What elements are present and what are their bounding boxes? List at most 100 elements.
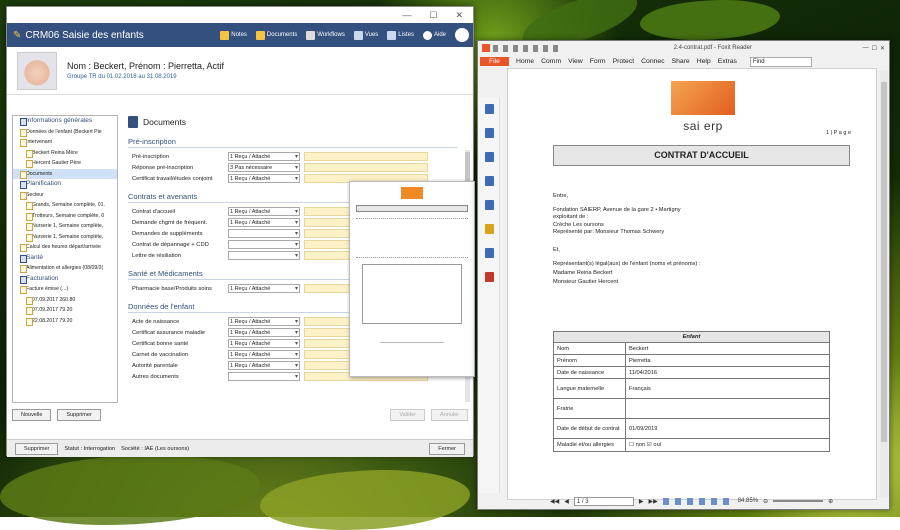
status-select[interactable]: 1 Reçu / Attaché [228, 218, 300, 227]
menu-help[interactable]: Help [697, 58, 711, 65]
security-icon[interactable] [485, 224, 494, 234]
foxit-window: 2.4-contrat.pdf - Foxit Reader — ☐ ✕ Fil… [477, 40, 890, 510]
sidebar-item[interactable]: Nurserie 1, Semaine complète, [13, 232, 117, 243]
prev-page-icon[interactable]: ◀ [564, 498, 569, 505]
status-select[interactable] [228, 229, 300, 238]
sidebar-item[interactable]: Nurserie 1, Semaine complète, [13, 221, 117, 232]
next-page-icon[interactable]: ▶ [639, 498, 644, 505]
zoom-out-icon[interactable]: ⊖ [763, 498, 768, 505]
zoom-slider[interactable] [773, 500, 824, 502]
status-select[interactable]: 1 Reçu / Attaché [228, 174, 300, 183]
pdf-minimize-icon[interactable]: — [863, 45, 869, 51]
menu-comm[interactable]: Comm [541, 58, 561, 65]
validate-button[interactable]: Valider [390, 409, 426, 421]
sidebar-item[interactable]: Intervenant [13, 137, 117, 148]
bookmark-icon[interactable] [485, 104, 494, 114]
delete-button[interactable]: Supprimer [57, 409, 101, 421]
sidebar-item[interactable]: Santé [13, 253, 117, 264]
pdf-statusbar: ◀◀ ◀ 1 / 3 ▶ ▶▶ 84.85% ⊖ ⊕ [500, 493, 889, 509]
contract-line: exploitant de : [553, 214, 589, 220]
notes-button[interactable]: Notes [220, 30, 247, 40]
sidebar-item[interactable]: Informations générales [13, 116, 117, 127]
aide-button[interactable]: Aide [422, 30, 446, 40]
pdf-maximize-icon[interactable]: ☐ [872, 45, 877, 52]
vues-button[interactable]: Vues [353, 30, 379, 40]
sidebar-item[interactable]: Facture émise (...) [13, 284, 117, 295]
menu-view[interactable]: View [568, 58, 583, 65]
menu-share[interactable]: Share [672, 58, 690, 65]
view-mode-icons[interactable] [662, 497, 733, 505]
sidebar-item[interactable]: Facturation [13, 274, 117, 285]
sidebar-item[interactable]: Secteur [13, 190, 117, 201]
logo-text: sai erp [683, 119, 723, 133]
sidebar-item[interactable]: 22.08.2017 79.20 [13, 316, 117, 327]
sidebar-item[interactable]: Beckert Reina Mère [13, 148, 117, 159]
menu-extras[interactable]: Extras [718, 58, 737, 65]
status-select[interactable]: 1 Reçu / Attaché [228, 152, 300, 161]
sidebar-item[interactable]: Hercent Gautier Père [13, 158, 117, 169]
table-key: Date de naissance [553, 366, 626, 379]
last-page-icon[interactable]: ▶▶ [648, 498, 657, 505]
contract-line: Monsieur Gautier Hercent [553, 279, 619, 285]
status-select[interactable]: 1 Reçu / Attaché [228, 361, 300, 370]
status-select[interactable] [228, 372, 300, 381]
documents-label: Documents [266, 32, 298, 38]
status-select[interactable]: 1 Reçu / Attaché [228, 317, 300, 326]
status-select[interactable]: 1 Reçu / Attaché [228, 350, 300, 359]
documents-button[interactable]: Documents [255, 30, 298, 40]
menu-form[interactable]: Form [590, 58, 606, 65]
listes-button[interactable]: Listes [387, 30, 414, 40]
status-select[interactable]: 1 Reçu / Attaché [228, 284, 300, 293]
menu-connec[interactable]: Connec [641, 58, 664, 65]
cancel-button[interactable]: Annuler [431, 409, 468, 421]
table-row: Prénom Pierretta [553, 354, 830, 367]
comments-icon[interactable] [485, 176, 494, 186]
status-delete-button[interactable]: Supprimer [15, 442, 59, 455]
document-preview-thumbnail[interactable] [349, 181, 475, 377]
new-button[interactable]: Nouvelle [12, 409, 52, 421]
minimize-icon[interactable]: — [402, 10, 411, 20]
sidebar-item[interactable]: Grands, Semaine complète, 01. [13, 200, 117, 211]
maximize-icon[interactable]: ☐ [429, 10, 437, 21]
sidebar-item[interactable]: Documents [13, 168, 117, 179]
attachments-icon[interactable] [485, 200, 494, 210]
properties-icon[interactable] [485, 272, 494, 282]
status-select[interactable] [228, 251, 300, 260]
layers-icon[interactable] [485, 152, 494, 162]
first-page-icon[interactable]: ◀◀ [550, 498, 559, 505]
workflows-button[interactable]: Workflows [306, 30, 345, 40]
attachment-field[interactable] [304, 152, 428, 161]
sidebar-item[interactable]: Données de l'enfant (Beckert Pie [13, 127, 117, 138]
close-icon[interactable]: ✕ [455, 10, 463, 21]
document-label: Certificat travail/études conjoint [132, 175, 213, 182]
sidebar-item[interactable]: Trotteurs, Semaine complète, 0 [13, 211, 117, 222]
table-key: Fratrie [553, 398, 626, 419]
pdf-scrollbar[interactable] [880, 70, 888, 498]
status-select[interactable] [228, 240, 300, 249]
vues-label: Vues [364, 32, 379, 38]
status-select[interactable]: 1 Reçu / Attaché [228, 207, 300, 216]
notes-icon [220, 30, 230, 40]
sidebar-item[interactable]: Calcul des heures départ/arrivée [13, 242, 117, 253]
close-button[interactable]: Fermer [429, 442, 465, 455]
quick-access-icons[interactable] [493, 44, 563, 52]
signature-icon[interactable] [485, 248, 494, 258]
status-mode: Statut : Interrogation [64, 445, 116, 452]
pdf-close-icon[interactable]: ✕ [880, 45, 885, 52]
page-nav-input[interactable]: 1 / 3 [573, 496, 634, 506]
contract-line: Madame Reina Beckert [553, 270, 613, 276]
status-select[interactable]: 1 Reçu / Attaché [228, 328, 300, 337]
sidebar-item[interactable]: 07.09.2017 260.80 [13, 295, 117, 306]
zoom-in-icon[interactable]: ⊕ [828, 498, 833, 505]
sidebar-item[interactable]: 07.09.2017 79.20 [13, 305, 117, 316]
menu-protect[interactable]: Protect [613, 58, 635, 65]
status-select[interactable]: 1 Reçu / Attaché [228, 339, 300, 348]
menu-home[interactable]: Home [516, 58, 534, 65]
sidebar-item[interactable]: Alimentation et allergies (08/09/2( [13, 263, 117, 274]
status-select[interactable]: 3 Pas nécessaire [228, 163, 300, 172]
pages-icon[interactable] [485, 128, 494, 138]
attachment-field[interactable] [304, 163, 428, 172]
menu-file[interactable]: File [480, 57, 509, 66]
find-input[interactable]: Find [749, 56, 812, 67]
sidebar-item[interactable]: Planification [13, 179, 117, 190]
